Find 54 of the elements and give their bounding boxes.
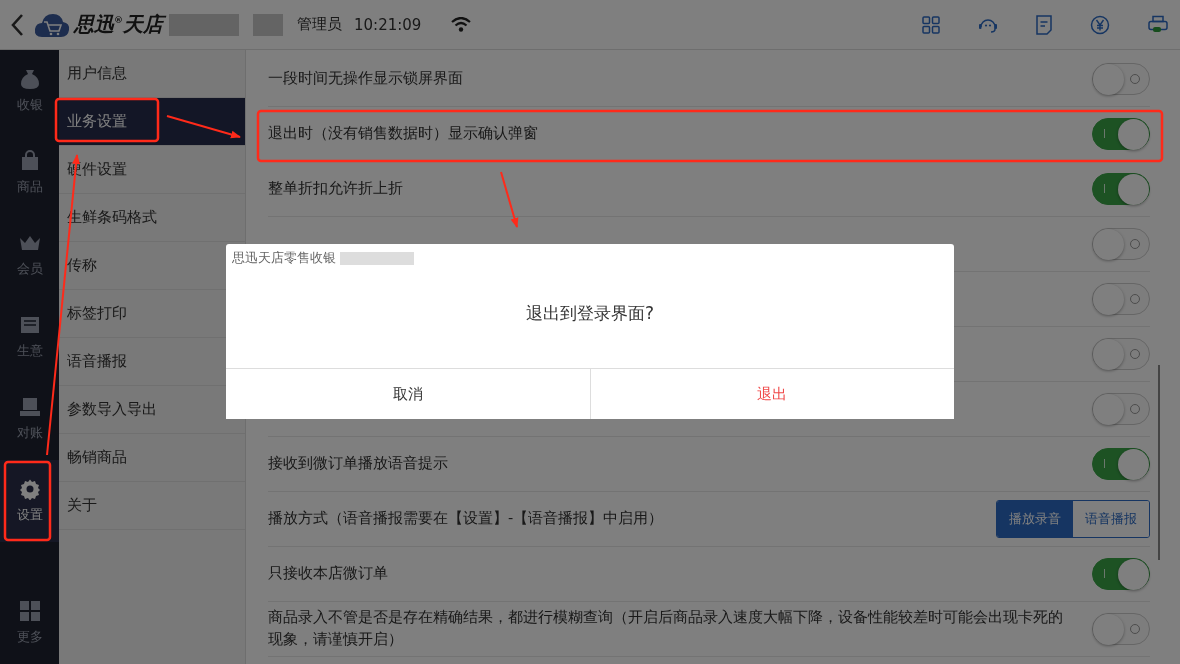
submenu-item[interactable]: 业务设置 <box>59 98 245 146</box>
toggle-switch[interactable] <box>1092 393 1150 425</box>
toggle-switch[interactable] <box>1092 558 1150 590</box>
toggle-switch[interactable] <box>1092 118 1150 150</box>
submenu-item[interactable]: 参数导入导出 <box>67 400 157 418</box>
yen-circle-icon[interactable] <box>1090 14 1110 35</box>
money-bag-icon <box>18 68 41 90</box>
toggle-switch[interactable] <box>1092 338 1150 370</box>
submenu-item[interactable]: 畅销商品 <box>67 448 127 466</box>
toggle-switch[interactable] <box>1092 448 1150 480</box>
nav-rail-item[interactable]: 生意 <box>0 296 59 378</box>
toggle-switch[interactable] <box>1092 283 1150 315</box>
dialog-title: 思迅天店零售收银 <box>232 249 336 267</box>
submenu-item[interactable]: 标签打印 <box>67 304 127 322</box>
nav-rail-item[interactable]: 收银 <box>0 50 59 132</box>
setting-label: 整单折扣允许折上折 <box>268 179 403 199</box>
submenu-item[interactable]: 关于 <box>67 496 97 514</box>
setting-label: 接收到微订单播放语音提示 <box>268 454 448 474</box>
dialog-message: 退出到登录界面? <box>525 302 655 325</box>
toggle-switch[interactable] <box>1092 228 1150 260</box>
toggle-switch[interactable] <box>1092 173 1150 205</box>
submenu-item[interactable]: 传称 <box>67 256 97 274</box>
setting-label: 商品录入不管是否是存在精确结果，都进行模糊查询（开启后商品录入速度大幅下降，设备性能较差时可能会出现卡死的现象，请谨慎开启） <box>268 608 1064 649</box>
redacted-block <box>253 13 283 36</box>
submenu-item[interactable]: 语音播报 <box>67 352 127 370</box>
submenu-item[interactable]: 用户信息 <box>67 64 127 82</box>
toggle-switch[interactable] <box>1092 63 1150 95</box>
exit-button[interactable]: 退出 <box>589 369 954 419</box>
setting-label: 一段时间无操作显示锁屏界面 <box>268 69 463 89</box>
nav-rail-item[interactable]: 商品 <box>0 132 59 214</box>
nav-rail-item[interactable]: 更多 <box>0 582 59 664</box>
monitor-icon <box>18 396 41 418</box>
annotation-arrow <box>500 171 519 228</box>
settings-icon <box>18 478 41 500</box>
grid-icon <box>18 600 41 622</box>
document-icon[interactable] <box>1036 14 1052 35</box>
back-icon[interactable] <box>10 12 24 37</box>
setting-label: 只接收本店微订单 <box>268 564 388 584</box>
setting-label: 退出时（没有销售数据时）显示确认弹窗 <box>268 124 538 144</box>
wifi-icon <box>451 17 472 32</box>
register-icon <box>18 314 41 336</box>
segment-option[interactable]: 播放录音 <box>997 501 1073 537</box>
setting-label: 播放方式（语音播报需要在【设置】-【语音播报】中启用） <box>268 509 664 529</box>
nav-rail-item[interactable]: 设置 <box>0 460 59 542</box>
scrollbar[interactable] <box>1158 365 1160 560</box>
nav-rail-item[interactable]: 对账 <box>0 378 59 460</box>
redacted-block <box>169 13 239 36</box>
grid-icon[interactable] <box>922 15 940 34</box>
toggle-switch[interactable] <box>1092 613 1150 645</box>
cloud-cart-logo-icon <box>34 11 70 38</box>
user-role: 管理员 <box>297 15 342 34</box>
clock-time: 10:21:09 <box>354 15 422 34</box>
nav-rail-item[interactable]: 会员 <box>0 214 59 296</box>
printer-icon[interactable] <box>1148 14 1168 35</box>
